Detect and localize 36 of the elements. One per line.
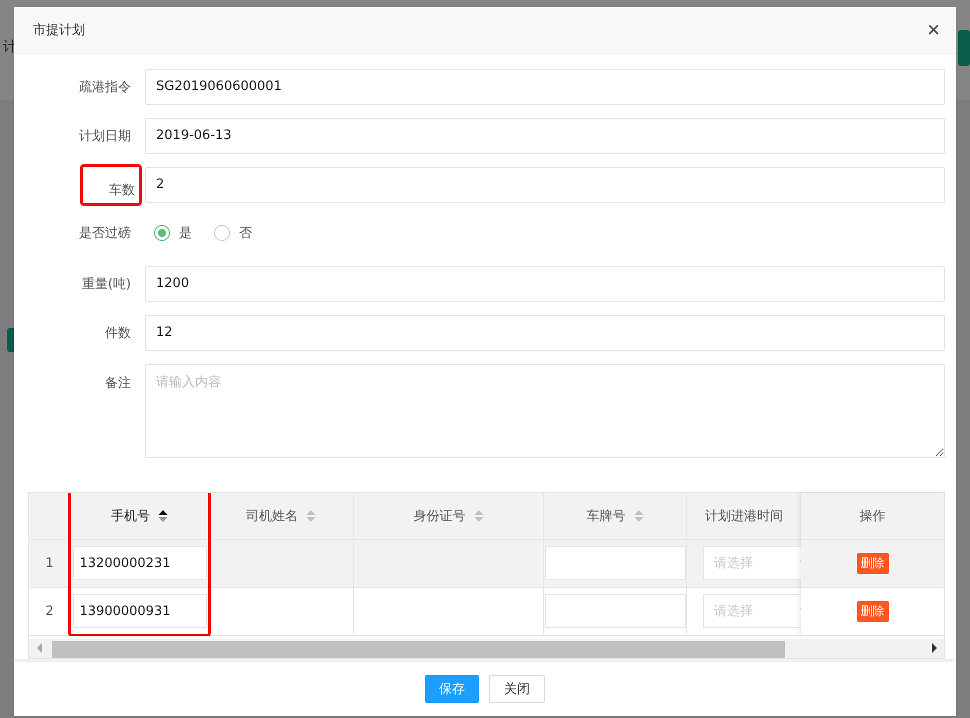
field-label: 备注 bbox=[105, 376, 131, 391]
row-number: 1 bbox=[45, 556, 54, 571]
remarks-field[interactable]: 请输入内容 bbox=[145, 364, 945, 458]
input-field[interactable]: 2 bbox=[145, 166, 945, 203]
field-label: 是否过磅 bbox=[79, 226, 131, 241]
close-dialog-button[interactable]: 关闭 bbox=[489, 674, 545, 703]
row-number: 2 bbox=[45, 604, 54, 619]
plate-field[interactable] bbox=[544, 546, 686, 580]
input-field[interactable]: 2019-06-13 bbox=[145, 118, 945, 154]
close-button[interactable]: × bbox=[923, 18, 944, 41]
column-header: 手机号 bbox=[111, 508, 150, 525]
sort-icon[interactable] bbox=[158, 508, 168, 523]
field-label: 车数 bbox=[80, 164, 142, 206]
radio-option[interactable]: 是 bbox=[154, 224, 192, 242]
column-header: 司机姓名 bbox=[246, 508, 298, 525]
input-field[interactable]: 12 bbox=[145, 314, 945, 351]
radio-icon[interactable] bbox=[214, 224, 230, 241]
column-header: 操作 bbox=[860, 508, 886, 525]
radio-icon[interactable] bbox=[154, 224, 170, 241]
input-field[interactable]: SG2019060600001 bbox=[145, 68, 945, 105]
plate-field[interactable] bbox=[544, 594, 686, 628]
field-label: 疏港指令 bbox=[79, 80, 131, 95]
field-label: 计划日期 bbox=[79, 128, 131, 144]
radio-option[interactable]: 否 bbox=[214, 224, 252, 242]
horizontal-scrollbar[interactable] bbox=[29, 638, 944, 658]
column-header: 车牌号 bbox=[586, 508, 626, 525]
field-label: 件数 bbox=[105, 326, 131, 341]
column-header: 计划进港时间 bbox=[705, 508, 783, 525]
radio-label: 是 bbox=[179, 224, 192, 242]
column-header: 身份证号 bbox=[414, 508, 466, 525]
dialog-title: 市提计划 bbox=[33, 22, 85, 39]
field-label: 重量(吨) bbox=[82, 276, 131, 292]
radio-label: 否 bbox=[239, 224, 252, 242]
phone-field[interactable]: 13900000931 bbox=[72, 594, 206, 628]
input-field[interactable]: 1200 bbox=[145, 266, 945, 302]
phone-field[interactable]: 13200000231 bbox=[72, 546, 206, 580]
